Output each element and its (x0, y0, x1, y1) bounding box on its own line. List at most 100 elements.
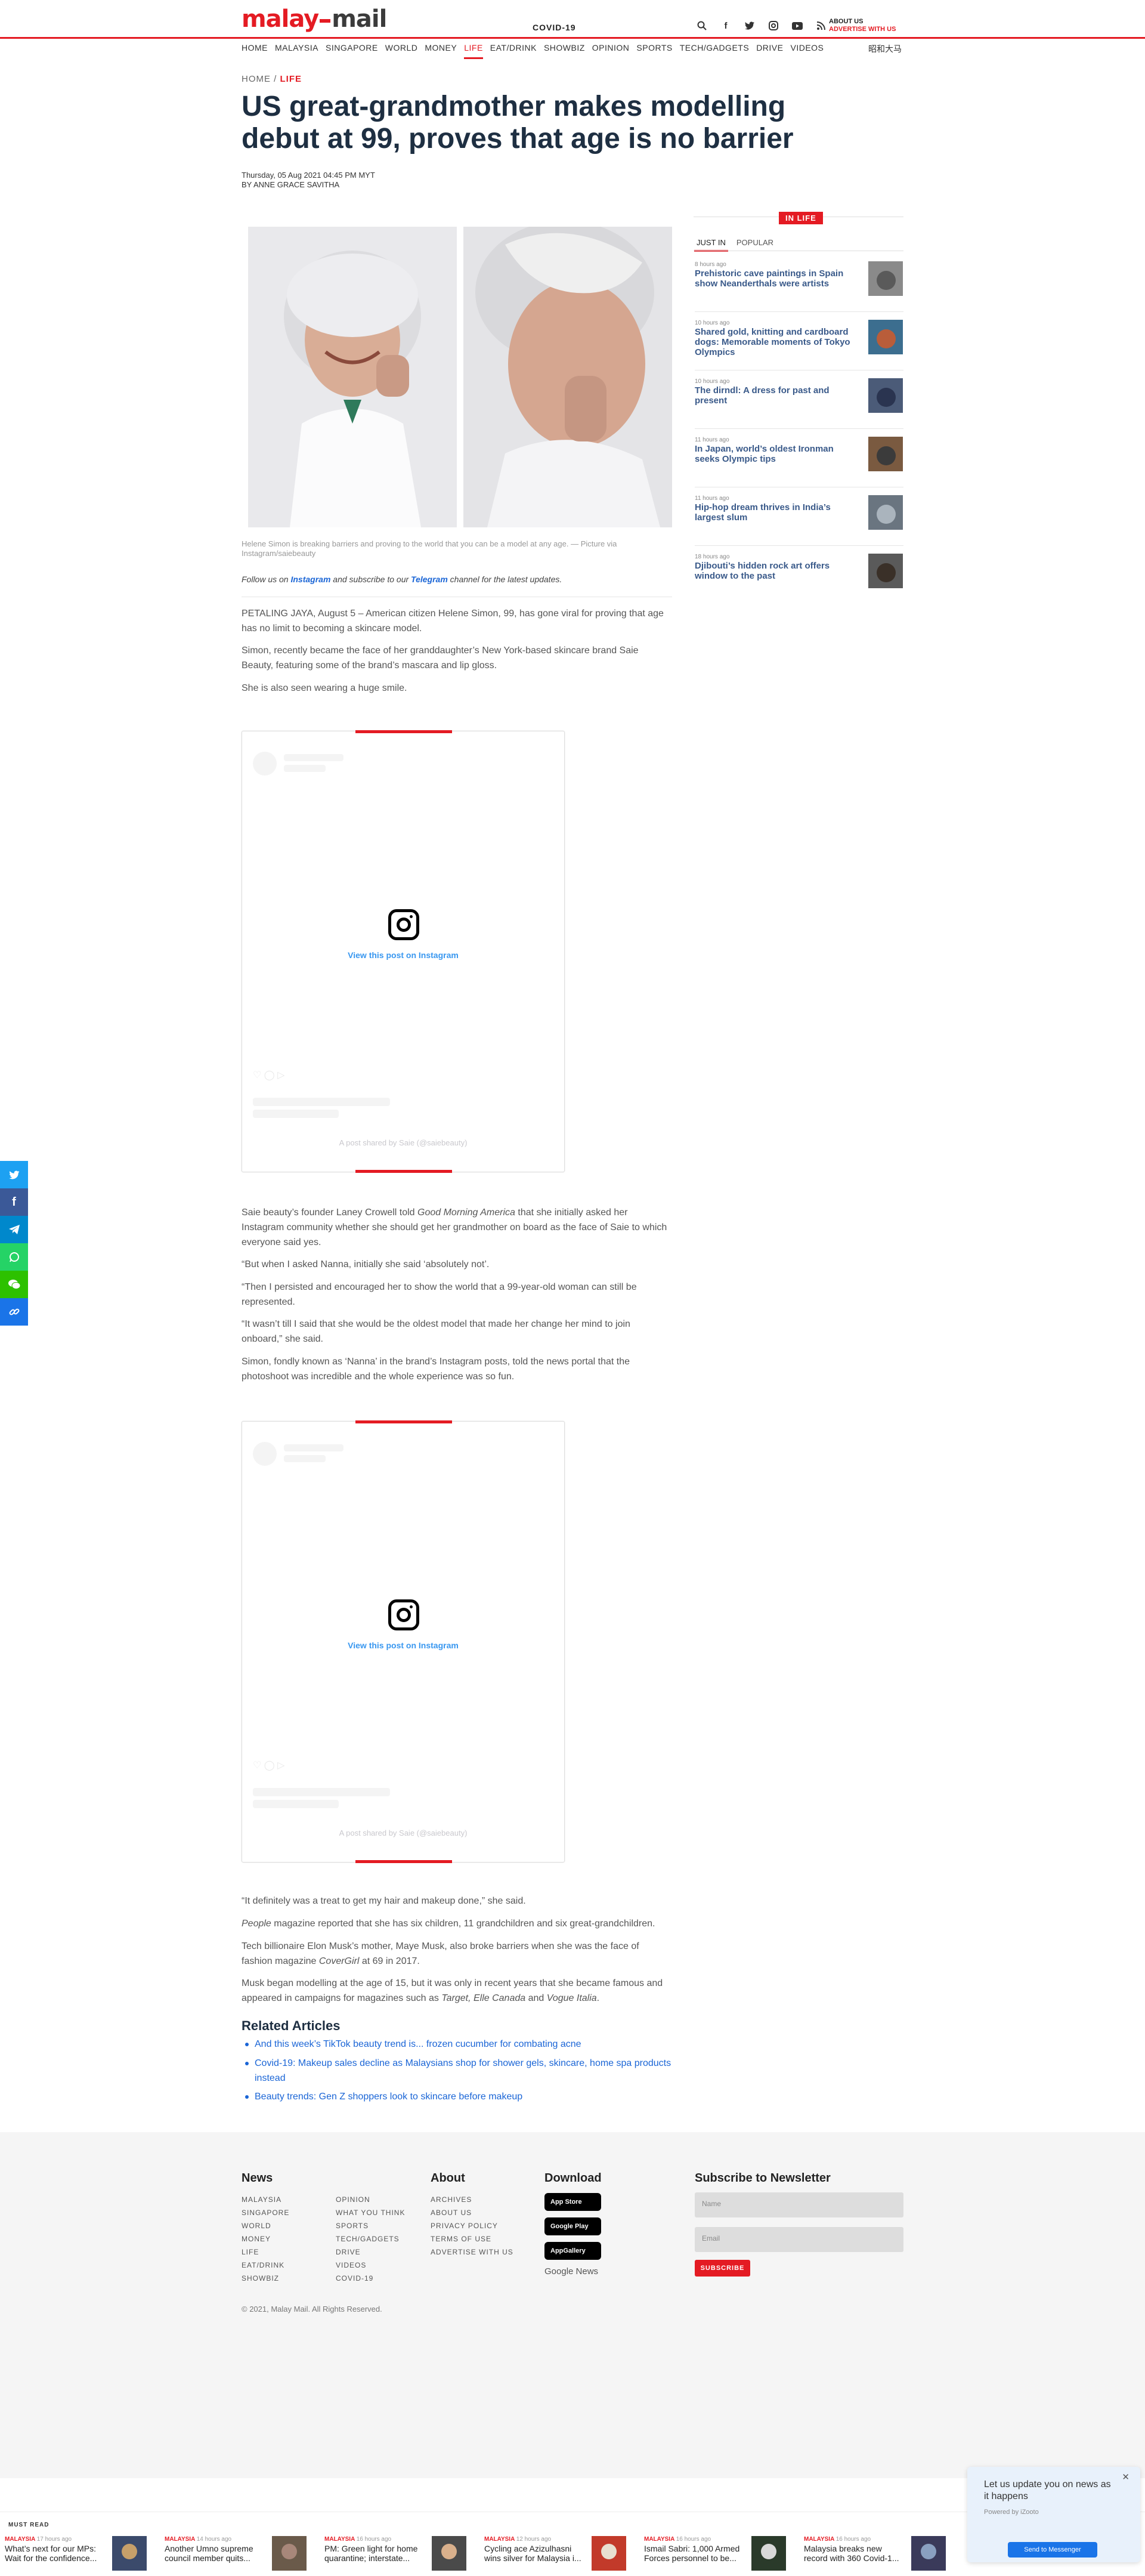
telegram-link[interactable]: Telegram (411, 574, 448, 584)
google-news-link[interactable]: Google News (544, 2266, 601, 2277)
covid-link[interactable]: COVID-19 (533, 23, 576, 32)
sidebar-article[interactable]: 10 hours ago The dirndl: A dress for past… (695, 378, 903, 429)
footer-link-about-us[interactable]: ABOUT US (431, 2206, 513, 2219)
wechat-icon[interactable] (0, 1271, 28, 1298)
search-icon[interactable] (697, 20, 707, 31)
twitter-icon[interactable] (0, 1161, 28, 1188)
newsletter-email-input[interactable]: Email (695, 2227, 903, 2252)
nav-item-sports[interactable]: SPORTS (636, 43, 672, 55)
embed-credit[interactable]: A post shared by Saie (@saiebeauty) (242, 1138, 564, 1147)
related-article-link[interactable]: Beauty trends: Gen Z shoppers look to sk… (242, 2089, 672, 2104)
google-play-button[interactable]: Google Play (544, 2217, 601, 2235)
breadcrumb-section[interactable]: LIFE (280, 74, 302, 84)
appgallery-button[interactable]: AppGallery (544, 2242, 601, 2260)
sidebar-article[interactable]: 11 hours ago Hip-hop dream thrives in Ind… (695, 495, 903, 546)
sidebar-article-title[interactable]: Hip-hop dream thrives in India’s largest… (695, 502, 856, 523)
must-read-item[interactable]: MALAYSIA 14 hours ago Another Umno suprem… (165, 2536, 311, 2572)
footer-link-money[interactable]: MONEY (242, 2232, 289, 2245)
footer-link-singapore[interactable]: SINGAPORE (242, 2206, 289, 2219)
instagram-embed[interactable]: View this post on Instagram ♡ ◯ ▷ A post… (242, 1420, 565, 1863)
sidebar-article[interactable]: 8 hours ago Prehistoric cave paintings in… (695, 261, 903, 312)
sidebar-article-thumbnail[interactable] (868, 320, 903, 354)
footer-link-opinion[interactable]: OPINION (336, 2193, 405, 2206)
must-read-thumbnail[interactable] (432, 2536, 466, 2571)
instagram-icon[interactable] (768, 20, 779, 31)
twitter-icon[interactable] (744, 20, 755, 31)
nav-item-world[interactable]: WORLD (385, 43, 418, 55)
advertise-link[interactable]: ADVERTISE WITH US (829, 26, 896, 33)
breadcrumb-home[interactable]: HOME (242, 74, 271, 84)
whatsapp-icon[interactable] (0, 1243, 28, 1271)
sidebar-article[interactable]: 11 hours ago In Japan, world’s oldest Iro… (695, 437, 903, 487)
must-read-item[interactable]: MALAYSIA 16 hours ago Malaysia breaks new… (804, 2536, 950, 2572)
subscribe-button[interactable]: SUBSCRIBE (695, 2260, 750, 2277)
nav-item-life[interactable]: LIFE (464, 43, 483, 59)
footer-link-malaysia[interactable]: MALAYSIA (242, 2193, 289, 2206)
footer-link-tech-gadgets[interactable]: TECH/GADGETS (336, 2232, 405, 2245)
must-read-title[interactable]: PM: Green light for home quarantine; int… (324, 2544, 426, 2563)
must-read-title[interactable]: Malaysia breaks new record with 360 Covi… (804, 2544, 905, 2563)
footer-link-videos[interactable]: VIDEOS (336, 2259, 405, 2272)
must-read-item[interactable]: MALAYSIA 16 hours ago PM: Green light for… (324, 2536, 471, 2572)
footer-link-archives[interactable]: ARCHIVES (431, 2193, 513, 2206)
must-read-thumbnail[interactable] (592, 2536, 626, 2571)
must-read-thumbnail[interactable] (112, 2536, 147, 2571)
footer-link-showbiz[interactable]: SHOWBIZ (242, 2272, 289, 2285)
nav-item-tech-gadgets[interactable]: TECH/GADGETS (680, 43, 749, 55)
footer-link-terms-of-use[interactable]: TERMS OF USE (431, 2232, 513, 2245)
newsletter-name-input[interactable]: Name (695, 2192, 903, 2217)
related-article-link[interactable]: Covid-19: Makeup sales decline as Malays… (242, 2056, 672, 2086)
must-read-thumbnail[interactable] (911, 2536, 946, 2571)
tab-just-in[interactable]: JUST IN (694, 238, 728, 252)
sidebar-article-title[interactable]: Djibouti’s hidden rock art offers window… (695, 561, 856, 581)
nav-item-opinion[interactable]: OPINION (592, 43, 630, 55)
footer-link-advertise-with-us[interactable]: ADVERTISE WITH US (431, 2245, 513, 2259)
must-read-item[interactable]: MALAYSIA 12 hours ago Cycling ace Azizulh… (484, 2536, 630, 2572)
telegram-icon[interactable] (0, 1216, 28, 1243)
footer-link-sports[interactable]: SPORTS (336, 2219, 405, 2232)
close-icon[interactable]: ✕ (1122, 2472, 1129, 2482)
nav-item-home[interactable]: HOME (242, 43, 268, 55)
must-read-title[interactable]: Ismail Sabri: 1,000 Armed Forces personn… (644, 2544, 745, 2563)
tab-popular[interactable]: POPULAR (736, 238, 773, 247)
link-icon[interactable] (0, 1298, 28, 1326)
sidebar-article-thumbnail[interactable] (868, 495, 903, 530)
nav-item-showbiz[interactable]: SHOWBIZ (544, 43, 585, 55)
sidebar-article-thumbnail[interactable] (868, 378, 903, 413)
sidebar-article-thumbnail[interactable] (868, 437, 903, 471)
sidebar-article-thumbnail[interactable] (868, 554, 903, 588)
facebook-icon[interactable]: f (720, 20, 731, 31)
nav-item-money[interactable]: MONEY (425, 43, 457, 55)
view-on-instagram-link[interactable]: View this post on Instagram (242, 1641, 564, 1650)
instagram-embed[interactable]: View this post on Instagram ♡ ◯ ▷ A post… (242, 730, 565, 1173)
nav-chinese-link[interactable]: 昭和大马 (868, 43, 902, 55)
embed-credit[interactable]: A post shared by Saie (@saiebeauty) (242, 1828, 564, 1837)
must-read-thumbnail[interactable] (272, 2536, 307, 2571)
about-us-link[interactable]: ABOUT US (829, 18, 896, 26)
footer-link-life[interactable]: LIFE (242, 2245, 289, 2259)
nav-item-drive[interactable]: DRIVE (756, 43, 783, 55)
sidebar-article[interactable]: 18 hours ago Djibouti’s hidden rock art o… (695, 554, 903, 601)
sidebar-article-title[interactable]: Prehistoric cave paintings in Spain show… (695, 268, 856, 289)
nav-item-singapore[interactable]: SINGAPORE (326, 43, 378, 55)
view-on-instagram-link[interactable]: View this post on Instagram (242, 950, 564, 960)
must-read-item[interactable]: MALAYSIA 16 hours ago Ismail Sabri: 1,000… (644, 2536, 790, 2572)
footer-link-eat-drink[interactable]: EAT/DRINK (242, 2259, 289, 2272)
send-to-messenger-button[interactable]: Send to Messenger (1008, 2542, 1097, 2558)
nav-item-videos[interactable]: VIDEOS (790, 43, 824, 55)
instagram-link[interactable]: Instagram (290, 574, 330, 584)
must-read-title[interactable]: Another Umno supreme council member quit… (165, 2544, 266, 2563)
footer-link-world[interactable]: WORLD (242, 2219, 289, 2232)
sidebar-article[interactable]: 10 hours ago Shared gold, knitting and ca… (695, 320, 903, 370)
app-store-button[interactable]: App Store (544, 2193, 601, 2211)
nav-item-malaysia[interactable]: MALAYSIA (275, 43, 318, 55)
site-logo[interactable]: malay mail (242, 5, 387, 33)
footer-link-covid-19[interactable]: COVID-19 (336, 2272, 405, 2285)
must-read-title[interactable]: What’s next for our MPs: Wait for the co… (5, 2544, 106, 2563)
must-read-item[interactable]: MALAYSIA 17 hours ago What’s next for our… (5, 2536, 151, 2572)
youtube-icon[interactable] (792, 20, 803, 31)
footer-link-privacy-policy[interactable]: PRIVACY POLICY (431, 2219, 513, 2232)
nav-item-eat-drink[interactable]: EAT/DRINK (490, 43, 537, 55)
must-read-thumbnail[interactable] (751, 2536, 786, 2571)
sidebar-article-title[interactable]: In Japan, world’s oldest Ironman seeks O… (695, 444, 856, 464)
